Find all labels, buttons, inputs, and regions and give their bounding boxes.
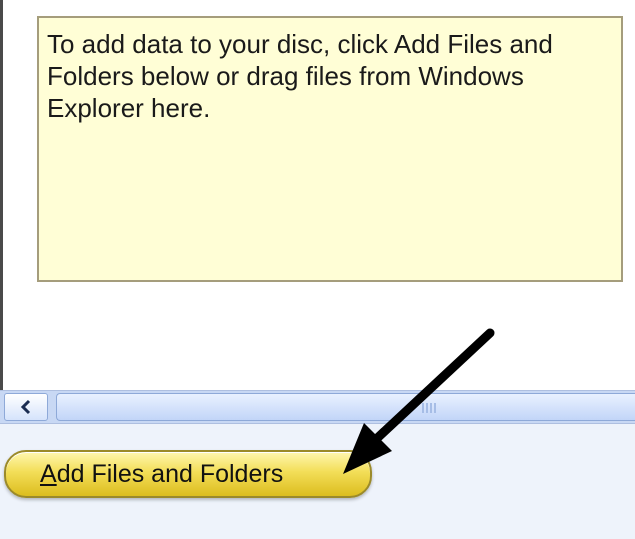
scroll-thumb[interactable] <box>56 393 635 421</box>
scroll-thumb-grip-icon <box>422 403 436 413</box>
horizontal-scrollbar[interactable] <box>0 390 635 424</box>
add-data-hint: To add data to your disc, click Add File… <box>37 16 623 282</box>
disc-content-drop-area[interactable]: To add data to your disc, click Add File… <box>0 0 635 390</box>
add-data-hint-text: To add data to your disc, click Add File… <box>47 29 553 123</box>
action-bar: Add Files and Folders <box>0 424 635 539</box>
add-button-label-rest: dd Files and Folders <box>56 460 284 488</box>
chevron-left-icon <box>20 399 31 415</box>
add-button-mnemonic: A <box>40 460 57 488</box>
scroll-left-button[interactable] <box>4 393 48 421</box>
add-files-and-folders-button[interactable]: Add Files and Folders <box>4 450 372 498</box>
